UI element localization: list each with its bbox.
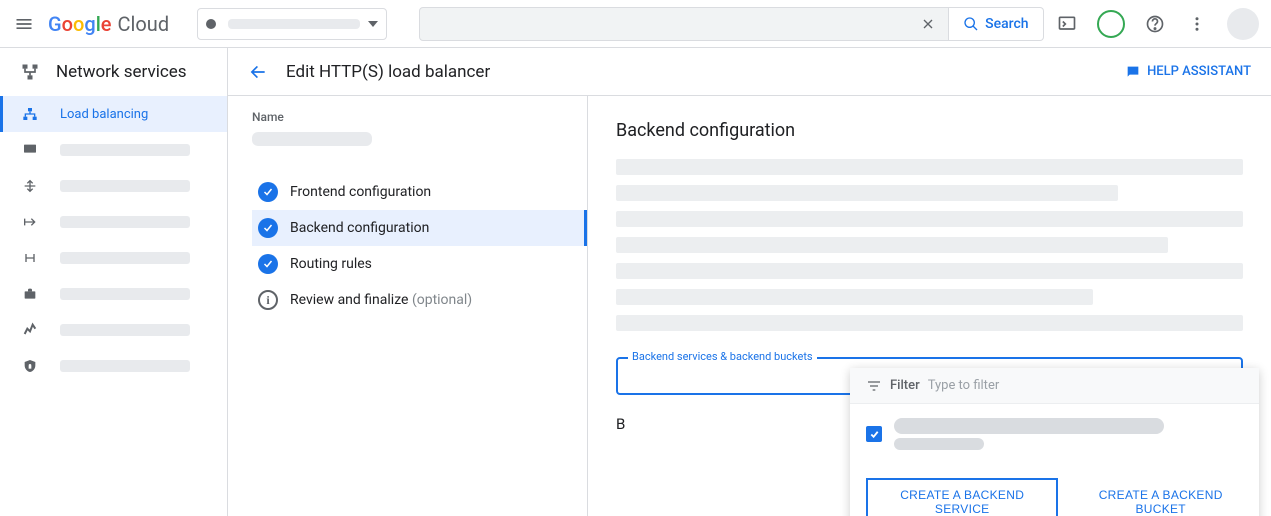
filter-placeholder: Type to filter [928,378,1000,393]
search-input[interactable] [419,7,949,41]
backend-services-popup: Filter Type to filter CRE [850,368,1259,516]
sidebar-item[interactable] [0,240,227,276]
create-backend-service-button[interactable]: CREATE A BACKEND SERVICE [866,478,1058,516]
step-label: Review and finalize (optional) [290,292,472,308]
header-right [1055,8,1259,40]
network-services-icon [20,62,40,82]
project-name [228,19,360,29]
panel-heading: Backend configuration [616,120,1243,141]
arrow-right-icon [20,212,40,232]
placeholder-line [616,289,1093,305]
logo-suffix: Cloud [118,12,170,36]
sidebar-item-label [60,144,190,156]
page-title: Edit HTTP(S) load balancer [286,62,490,82]
checkbox-checked-icon[interactable] [866,426,882,442]
top-header: Google Cloud Search [0,0,1271,48]
filter-icon [866,378,882,394]
option-title [894,418,1164,434]
placeholder-line [616,263,1243,279]
more-icon[interactable] [1185,12,1209,36]
help-icon[interactable] [1143,12,1167,36]
search-icon [963,16,979,32]
sidebar-item[interactable] [0,312,227,348]
search-group: Search [419,7,1043,41]
logo[interactable]: Google Cloud [48,12,169,36]
sidebar-header: Network services [0,48,227,96]
step-label: Backend configuration [290,220,429,236]
search-button[interactable]: Search [949,7,1043,41]
placeholder-line [616,211,1243,227]
steps-column: Name Frontend configuration Backend conf… [228,96,588,516]
check-icon [258,254,278,274]
search-button-label: Search [985,16,1028,32]
step-review[interactable]: i Review and finalize (optional) [252,282,563,318]
sidebar-item-label [60,288,190,300]
step-routing[interactable]: Routing rules [252,246,563,282]
sidebar-item-label [60,324,190,336]
sidebar-item-label [60,252,190,264]
placeholder-line [616,185,1118,201]
placeholder-line [616,315,1243,331]
placeholder-line [616,159,1243,175]
main: Edit HTTP(S) load balancer HELP ASSISTAN… [228,48,1271,516]
connect-icon [20,248,40,268]
check-icon [258,218,278,238]
help-assistant-button[interactable]: HELP ASSISTANT [1125,64,1251,80]
placeholder-line [616,237,1168,253]
sidebar: Network services Load balancing [0,48,228,516]
option-subtitle [894,438,984,450]
create-backend-bucket-button[interactable]: CREATE A BACKEND BUCKET [1078,478,1243,516]
shield-icon [20,356,40,376]
briefcase-icon [20,284,40,304]
status-ring-icon[interactable] [1097,10,1125,38]
page-header: Edit HTTP(S) load balancer HELP ASSISTAN… [228,48,1271,96]
move-icon [20,176,40,196]
cloud-shell-icon[interactable] [1055,12,1079,36]
sidebar-item[interactable] [0,204,227,240]
sidebar-item-label [60,180,190,192]
step-label: Frontend configuration [290,184,431,200]
sidebar-item[interactable] [0,276,227,312]
step-list: Frontend configuration Backend configura… [252,174,563,318]
name-label: Name [252,110,563,124]
option-text [894,418,1164,450]
info-icon: i [258,290,278,310]
sidebar-item[interactable] [0,348,227,384]
backend-option-row[interactable] [866,418,1243,450]
dropdown-legend: Backend services & backend buckets [628,350,817,363]
step-backend[interactable]: Backend configuration [252,210,587,246]
popup-actions: CREATE A BACKEND SERVICE CREATE A BACKEN… [850,464,1259,516]
popup-body [850,404,1259,464]
avatar[interactable] [1227,8,1259,40]
help-assistant-label: HELP ASSISTANT [1147,64,1251,79]
name-value [252,132,372,146]
filter-label: Filter [890,378,920,393]
sidebar-item[interactable] [0,168,227,204]
sidebar-items: Load balancing [0,96,227,516]
body: Network services Load balancing [0,48,1271,516]
step-frontend[interactable]: Frontend configuration [252,174,563,210]
sidebar-title: Network services [56,62,187,82]
load-balancing-icon [20,104,40,124]
sidebar-item[interactable] [0,132,227,168]
content-row: Name Frontend configuration Backend conf… [228,96,1271,516]
menu-icon[interactable] [12,12,36,36]
clear-icon[interactable] [916,12,940,36]
chart-icon [20,320,40,340]
chevron-down-icon [368,21,378,27]
sidebar-item-load-balancing[interactable]: Load balancing [0,96,227,132]
monitor-icon [20,140,40,160]
project-selector[interactable] [197,8,387,40]
sidebar-item-label [60,360,190,372]
filter-bar[interactable]: Filter Type to filter [850,368,1259,404]
sidebar-item-label: Load balancing [60,107,148,122]
check-icon [258,182,278,202]
project-dot-icon [206,19,216,29]
back-arrow-icon[interactable] [248,62,268,82]
step-label: Routing rules [290,256,372,272]
chat-icon [1125,64,1141,80]
sidebar-item-label [60,216,190,228]
